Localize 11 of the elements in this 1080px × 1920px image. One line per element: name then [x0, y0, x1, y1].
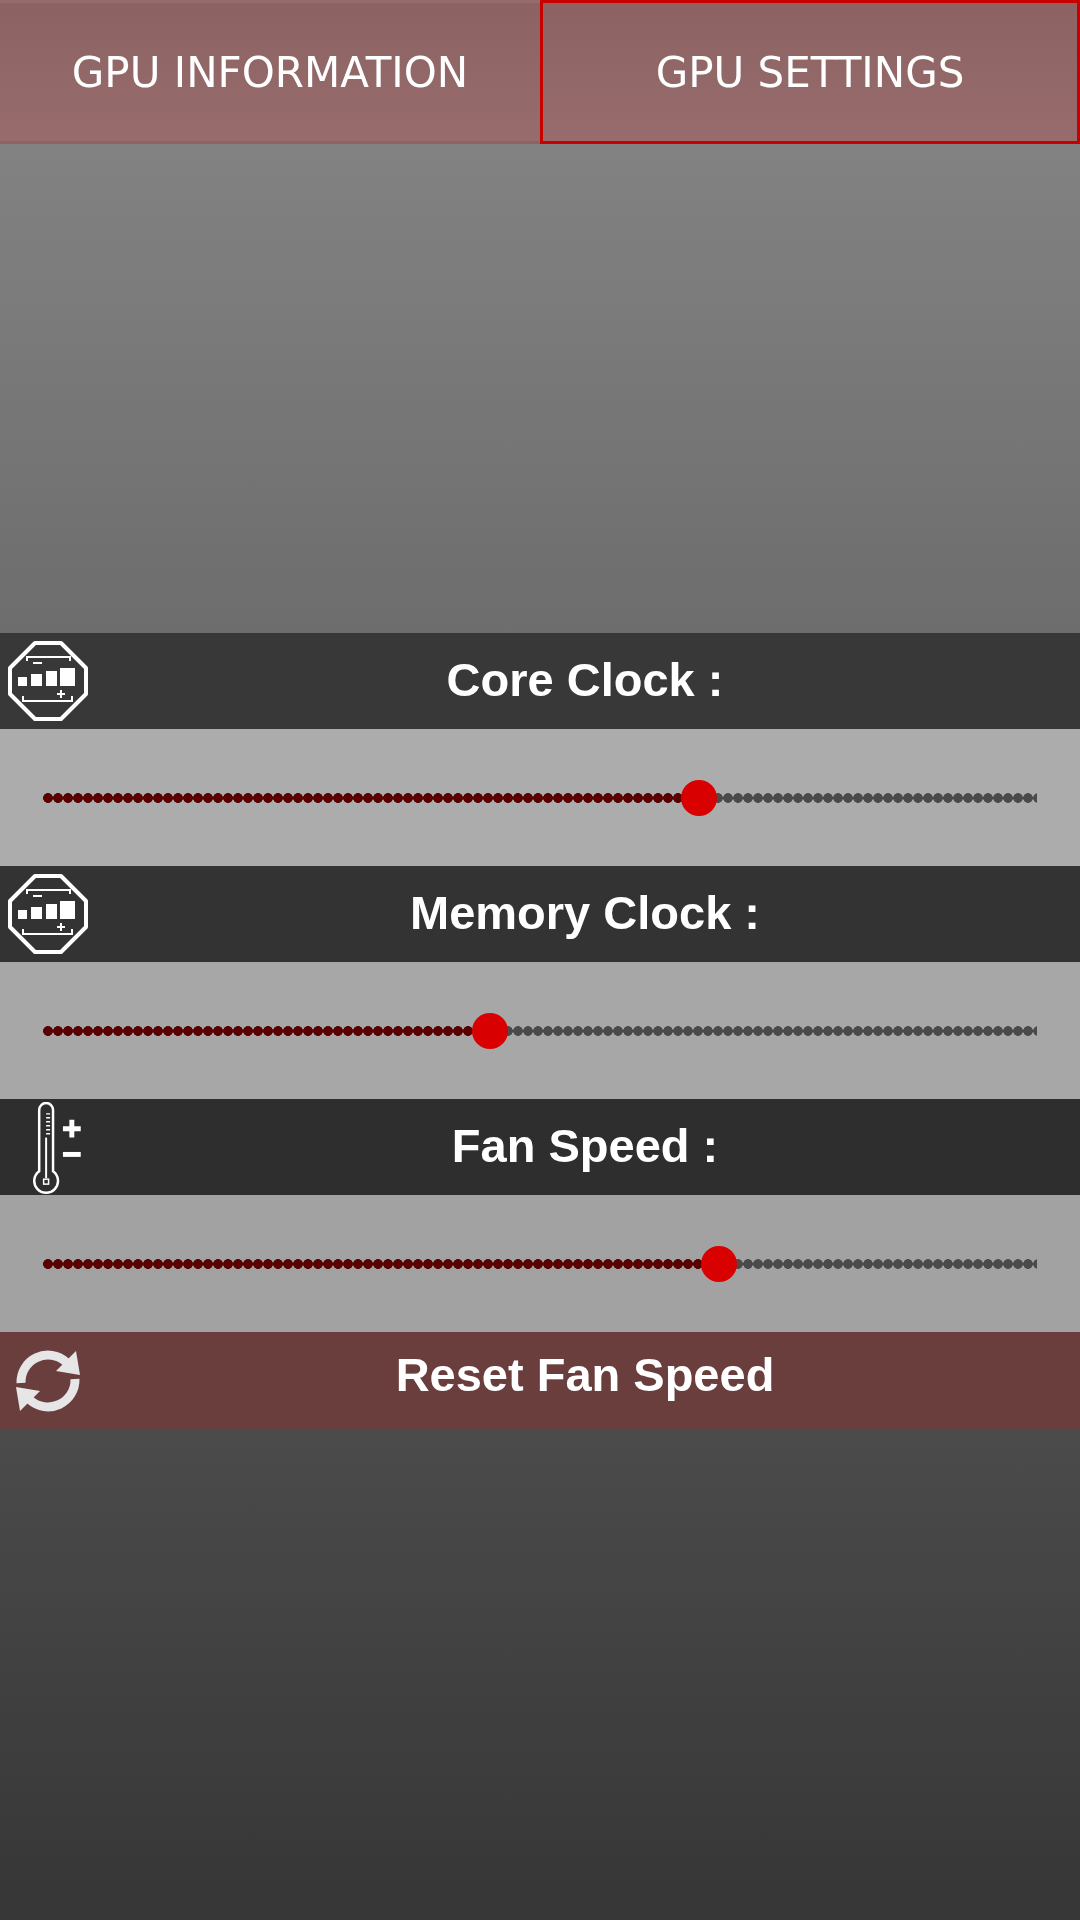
tab[interactable]: GPU INFORMATION	[0, 0, 540, 144]
tab[interactable]: GPU SETTINGS	[540, 0, 1080, 144]
level-bars-icon	[8, 874, 88, 954]
section-title: Core Clock :	[445, 651, 725, 708]
thermometer-icon	[32, 1102, 82, 1195]
section-title: Memory Clock :	[409, 884, 761, 941]
slider-thumb[interactable]	[681, 779, 718, 816]
reset-fan-speed-button[interactable]: Reset Fan Speed	[0, 1332, 1080, 1430]
section-title: Fan Speed :	[450, 1117, 720, 1174]
slider-thumb[interactable]	[472, 1012, 509, 1049]
level-bars-icon	[8, 641, 88, 721]
